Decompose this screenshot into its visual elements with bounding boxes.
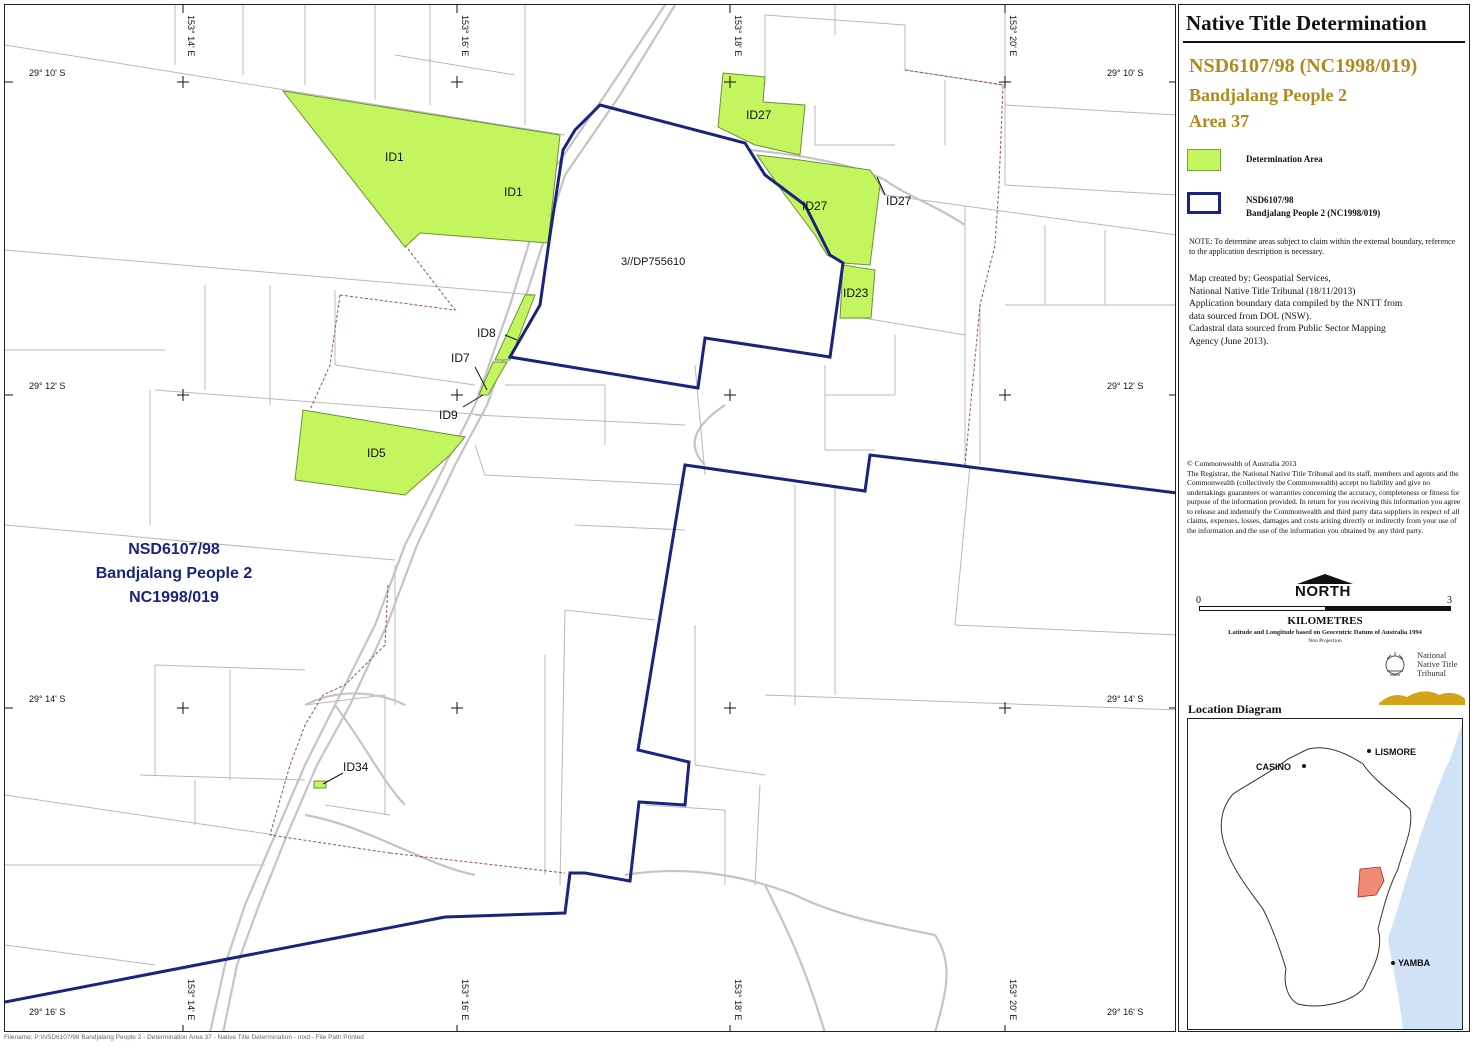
application-name: Bandjalang People 2 — [1189, 85, 1348, 105]
label-id34: ID34 — [343, 760, 369, 774]
scale-bar-fill — [1325, 607, 1450, 610]
lon-label-bottom-3: 153° 18' E — [733, 979, 743, 1020]
label-id27-a: ID27 — [746, 108, 772, 122]
label-id7: ID7 — [451, 351, 470, 365]
location-diagram-title: Location Diagram — [1188, 702, 1282, 716]
credits: Map created by: Geospatial Services, Nat… — [1189, 273, 1461, 348]
application-number: NSD6107/98 (NC1998/019) — [1189, 55, 1418, 77]
area-label: Area 37 — [1189, 111, 1250, 131]
credit-line: Cadastral data sourced from Public Secto… — [1189, 324, 1386, 334]
claim-label-line2: Bandjalang People 2 — [96, 565, 253, 582]
north-label: NORTH — [1295, 583, 1351, 600]
datum-text: Latitude and Longitude based on Geocentr… — [1228, 629, 1422, 636]
credit-line: National Native Title Tribunal (18/11/20… — [1189, 286, 1356, 297]
lat-label-right-2: 29° 12' S — [1107, 381, 1143, 391]
town-lismore: LISMORE — [1375, 747, 1416, 757]
legend-boundary-line1: NSD6107/98 — [1246, 195, 1294, 205]
label-id1-a: ID1 — [385, 150, 404, 164]
yamba-dot — [1391, 961, 1395, 965]
location-diagram[interactable]: CASINO LISMORE YAMBA — [1187, 718, 1463, 1030]
determination-area-swatch — [1187, 149, 1221, 171]
lat-label-right-3: 29° 14' S — [1107, 694, 1143, 704]
map-sheet: 153° 14' E 153° 16' E 153° 18' E 153° 20… — [0, 0, 1478, 1047]
label-id9: ID9 — [439, 408, 458, 422]
lon-label-top-4: 153° 20' E — [1008, 15, 1018, 56]
map-canvas[interactable]: 153° 14' E 153° 16' E 153° 18' E 153° 20… — [5, 5, 1176, 1032]
label-lot: 3//DP755610 — [621, 256, 685, 268]
location-map-canvas: CASINO LISMORE YAMBA — [1220, 724, 1462, 1029]
lon-label-bottom-4: 153° 20' E — [1008, 979, 1018, 1020]
boundary-swatch — [1187, 192, 1221, 214]
credit-line: Map created by: Geospatial Services, — [1189, 274, 1331, 284]
credit-line: Application boundary data compiled by th… — [1189, 299, 1403, 309]
parcel-id34[interactable] — [313, 780, 327, 789]
lon-label-top-2: 153° 16' E — [460, 15, 470, 56]
label-id27-b: ID27 — [802, 199, 828, 213]
legend-boundary-line2: Bandjalang People 2 (NC1998/019) — [1246, 208, 1381, 218]
map-frame[interactable]: 153° 14' E 153° 16' E 153° 18' E 153° 20… — [4, 4, 1176, 1032]
cadastral-lines — [5, 5, 1175, 966]
casino-dot — [1302, 764, 1306, 768]
lat-label-right-1: 29° 10' S — [1107, 68, 1143, 78]
ocean-area — [1388, 724, 1462, 1029]
footer-path: Filename: P:\NSD6107/98 Bandjalang Peopl… — [4, 1034, 364, 1041]
copyright-line: © Commonwealth of Australia 2013 — [1187, 459, 1297, 468]
lat-label-left-4: 29° 16' S — [29, 1007, 65, 1017]
nntt-logo-text: National Native Title Tribunal — [1417, 651, 1457, 678]
scale-max: 3 — [1447, 595, 1452, 606]
claim-label: NSD6107/98 Bandjalang People 2 NC1998/01… — [96, 541, 253, 606]
legend-determination-area: Determination Area — [1246, 154, 1323, 164]
disclaimer-text: The Registrar, the National Native Title… — [1187, 468, 1461, 535]
note-text: NOTE: To determine areas subject to clai… — [1189, 237, 1456, 256]
parcel-id1[interactable] — [281, 90, 561, 248]
panel-title: Native Title Determination — [1186, 11, 1427, 35]
legend-panel: Native Title Determination NSD6107/98 (N… — [1178, 4, 1470, 1032]
determination-areas — [281, 72, 881, 789]
lon-label-top-1: 153° 14' E — [186, 15, 196, 56]
roads — [209, 5, 966, 1031]
claim-label-line3: NC1998/019 — [129, 589, 219, 606]
lon-label-bottom-2: 153° 16' E — [460, 979, 470, 1020]
projection-text: Non Projection — [1308, 638, 1342, 644]
graticule-labels: 153° 14' E 153° 16' E 153° 18' E 153° 20… — [29, 15, 1143, 1020]
label-id27-c: ID27 — [886, 194, 912, 208]
town-yamba: YAMBA — [1398, 958, 1431, 968]
lismore-dot — [1367, 749, 1371, 753]
town-casino: CASINO — [1256, 762, 1291, 772]
lat-label-right-4: 29° 16' S — [1107, 1007, 1143, 1017]
copyright-block: © Commonwealth of Australia 2013 The Reg… — [1187, 459, 1463, 535]
scale-bar — [1199, 606, 1451, 611]
title-rule — [1183, 41, 1465, 43]
logo-line: Tribunal — [1417, 668, 1446, 678]
label-id5: ID5 — [367, 446, 386, 460]
label-id23: ID23 — [843, 286, 869, 300]
lon-label-top-3: 153° 18' E — [733, 15, 743, 56]
lat-label-left-1: 29° 10' S — [29, 68, 65, 78]
scale-min: 0 — [1196, 595, 1201, 606]
scale-unit: KILOMETRES — [1287, 615, 1363, 627]
claim-label-line1: NSD6107/98 — [128, 541, 220, 558]
label-id8: ID8 — [477, 326, 496, 340]
lat-label-left-3: 29° 14' S — [29, 694, 65, 704]
graticule-edge-ticks — [5, 5, 1175, 1031]
credit-line: Agency (June 2013). — [1189, 336, 1269, 347]
label-id1-b: ID1 — [504, 185, 523, 199]
lat-label-left-2: 29° 12' S — [29, 381, 65, 391]
credit-line: data sourced from DOL (NSW). — [1189, 311, 1312, 322]
lon-label-bottom-1: 153° 14' E — [186, 979, 196, 1020]
